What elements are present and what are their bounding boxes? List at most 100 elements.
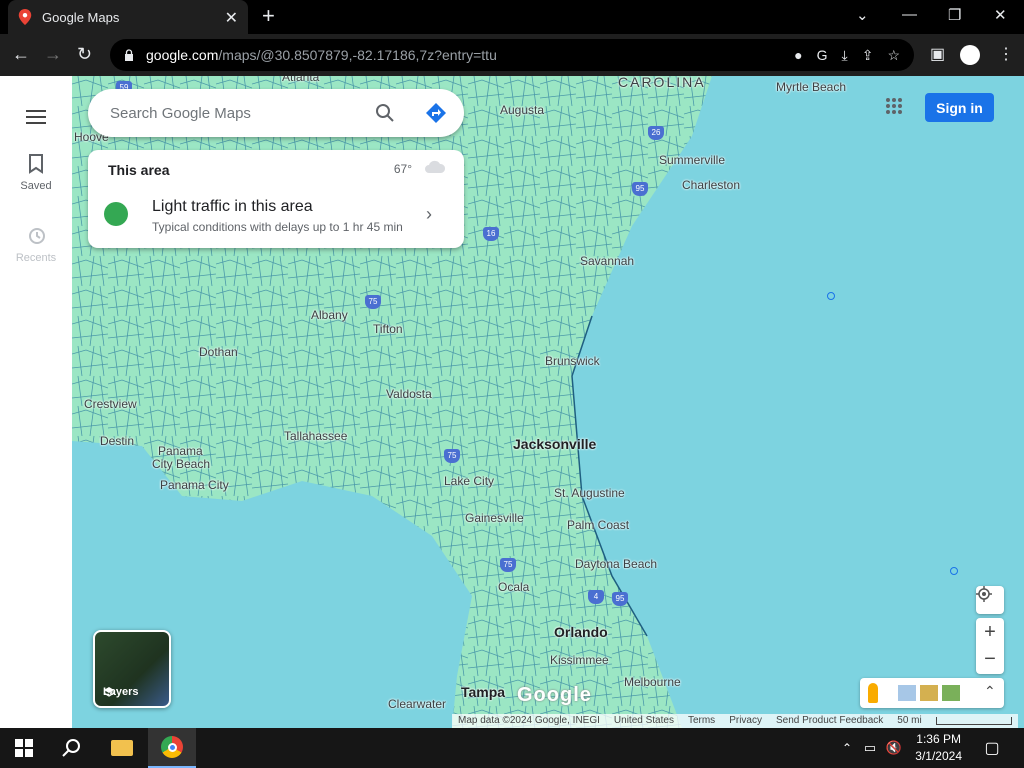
directions-icon[interactable] (426, 103, 446, 123)
map-label[interactable]: Destin (100, 434, 134, 448)
map-label[interactable]: Albany (311, 308, 348, 322)
map-label[interactable]: Clearwater (388, 697, 446, 711)
map-label[interactable]: Tampa (461, 684, 505, 700)
forward-icon[interactable]: → (44, 44, 62, 65)
map-label[interactable]: Jacksonville (513, 436, 596, 452)
new-tab-icon[interactable]: + (262, 5, 275, 27)
map-label[interactable]: Panama (158, 444, 203, 458)
map-label[interactable]: Orlando (554, 624, 608, 640)
map-label[interactable]: Tallahassee (284, 429, 347, 443)
map-marker-dot[interactable] (950, 567, 958, 575)
highway-shield: 16 (483, 227, 499, 241)
windows-start-icon[interactable] (0, 728, 48, 768)
install-icon[interactable]: ⤓ (842, 47, 848, 64)
my-location-button[interactable] (976, 586, 1004, 614)
location-icon[interactable]: ● (794, 47, 802, 64)
back-icon[interactable]: ← (12, 44, 30, 65)
maximize-icon[interactable]: ❐ (948, 6, 961, 24)
map-label[interactable]: Brunswick (545, 354, 600, 368)
hamburger-menu-icon[interactable] (26, 106, 46, 128)
volume-muted-icon[interactable]: 🔇 (884, 728, 904, 768)
map-label[interactable]: Valdosta (386, 387, 432, 401)
chrome-logo-icon (161, 736, 183, 758)
chrome-taskbar-icon[interactable] (148, 728, 196, 768)
clock-date: 3/1/2024 (915, 749, 962, 763)
map-label[interactable]: Dothan (199, 345, 238, 359)
clock[interactable]: 1:36 PM 3/1/2024 (915, 731, 962, 765)
reload-icon[interactable]: ↻ (77, 44, 92, 65)
map-label[interactable]: Savannah (580, 254, 634, 268)
tray-chevron-icon[interactable]: ⌃ (838, 728, 856, 768)
file-explorer-icon[interactable] (98, 728, 146, 768)
map-label[interactable]: Palm Coast (567, 518, 629, 532)
map-label[interactable]: Melbourne (624, 675, 681, 689)
zoom-in-icon[interactable]: + (984, 618, 996, 646)
imagery-thumb-icon[interactable] (898, 685, 916, 701)
map-label[interactable]: Myrtle Beach (776, 80, 846, 94)
highway-shield: 75 (365, 295, 381, 309)
map-label[interactable]: Gainesville (465, 511, 524, 525)
imagery-thumb-icon[interactable] (920, 685, 938, 701)
google-lens-icon[interactable]: G (817, 47, 828, 64)
map-label[interactable]: Lake City (444, 474, 494, 488)
minimize-icon[interactable]: — (902, 6, 917, 23)
feedback-link[interactable]: Send Product Feedback (776, 715, 883, 727)
crosshair-icon (976, 586, 992, 602)
map-label[interactable]: St. Augustine (554, 486, 625, 500)
map-marker-dot[interactable] (827, 292, 835, 300)
history-icon (29, 228, 45, 244)
browser-tab-bar: Google Maps ✕ + ⌄ — ❐ ✕ (0, 0, 1024, 34)
sign-in-button[interactable]: Sign in (925, 93, 994, 122)
map-label[interactable]: Kissimmee (550, 653, 609, 667)
rail-saved[interactable]: Saved (0, 154, 72, 192)
maps-page: Saved Recents Atlanta CAROLINA Myrtle Be… (0, 76, 1024, 728)
map-label[interactable]: Panama City (160, 478, 229, 492)
map-label[interactable]: Augusta (500, 103, 544, 117)
side-panel-icon[interactable]: ▣ (930, 44, 945, 64)
map-label[interactable]: Atlanta (282, 76, 319, 84)
address-bar[interactable]: google.com /maps/@30.8507879,-82.17186,7… (110, 39, 914, 71)
rail-recents-label: Recents (15, 252, 57, 264)
search-input[interactable] (110, 104, 360, 122)
map-label[interactable]: Charleston (682, 178, 740, 192)
tab-title: Google Maps (42, 9, 120, 25)
tab-search-chevron-icon[interactable]: ⌄ (856, 6, 869, 24)
map-label[interactable]: Ocala (498, 580, 529, 594)
left-rail: Saved Recents (0, 76, 72, 728)
zoom-out-icon[interactable]: − (984, 646, 996, 674)
window-close-icon[interactable]: ✕ (994, 6, 1007, 24)
map-label[interactable]: CAROLINA (618, 76, 706, 90)
map-label[interactable]: Daytona Beach (575, 557, 657, 571)
pegman-icon[interactable] (868, 683, 878, 703)
country-link[interactable]: United States (614, 715, 674, 727)
network-icon[interactable]: ▭ (860, 728, 880, 768)
terms-link[interactable]: Terms (688, 715, 715, 727)
layers-button[interactable]: Layers (93, 630, 171, 708)
browser-tab[interactable]: Google Maps ✕ (8, 0, 248, 34)
google-maps-favicon-icon (18, 9, 32, 25)
share-icon[interactable]: ⇪ (862, 47, 874, 64)
map-label[interactable]: Crestview (84, 397, 137, 411)
map-label[interactable]: City Beach (152, 457, 210, 471)
search-icon[interactable] (375, 103, 395, 123)
google-logo: Google (517, 684, 592, 706)
notifications-icon[interactable]: ▢ (978, 728, 1006, 768)
chevron-right-icon[interactable]: › (426, 204, 432, 225)
map-data-attribution: Map data ©2024 Google, INEGI (458, 715, 600, 726)
tab-close-icon[interactable]: ✕ (225, 8, 238, 28)
scale-label[interactable]: 50 mi (897, 715, 921, 727)
scale-bar (935, 717, 1012, 725)
bookmark-star-icon[interactable]: ☆ (887, 47, 900, 64)
map-label[interactable]: Tifton (373, 322, 403, 336)
imagery-thumb-icon[interactable] (942, 685, 960, 701)
browser-menu-icon[interactable]: ⋮ (998, 44, 1014, 64)
profile-avatar-icon[interactable] (960, 45, 980, 65)
privacy-link[interactable]: Privacy (729, 715, 762, 727)
search-taskbar-icon[interactable] (48, 728, 96, 768)
map-label[interactable]: Summerville (659, 153, 725, 167)
rail-recents[interactable]: Recents (0, 226, 72, 264)
windows-logo-icon (15, 739, 33, 757)
rail-saved-label: Saved (20, 180, 52, 192)
chevron-up-icon[interactable]: ⌃ (984, 683, 996, 700)
clock-time: 1:36 PM (916, 732, 961, 746)
